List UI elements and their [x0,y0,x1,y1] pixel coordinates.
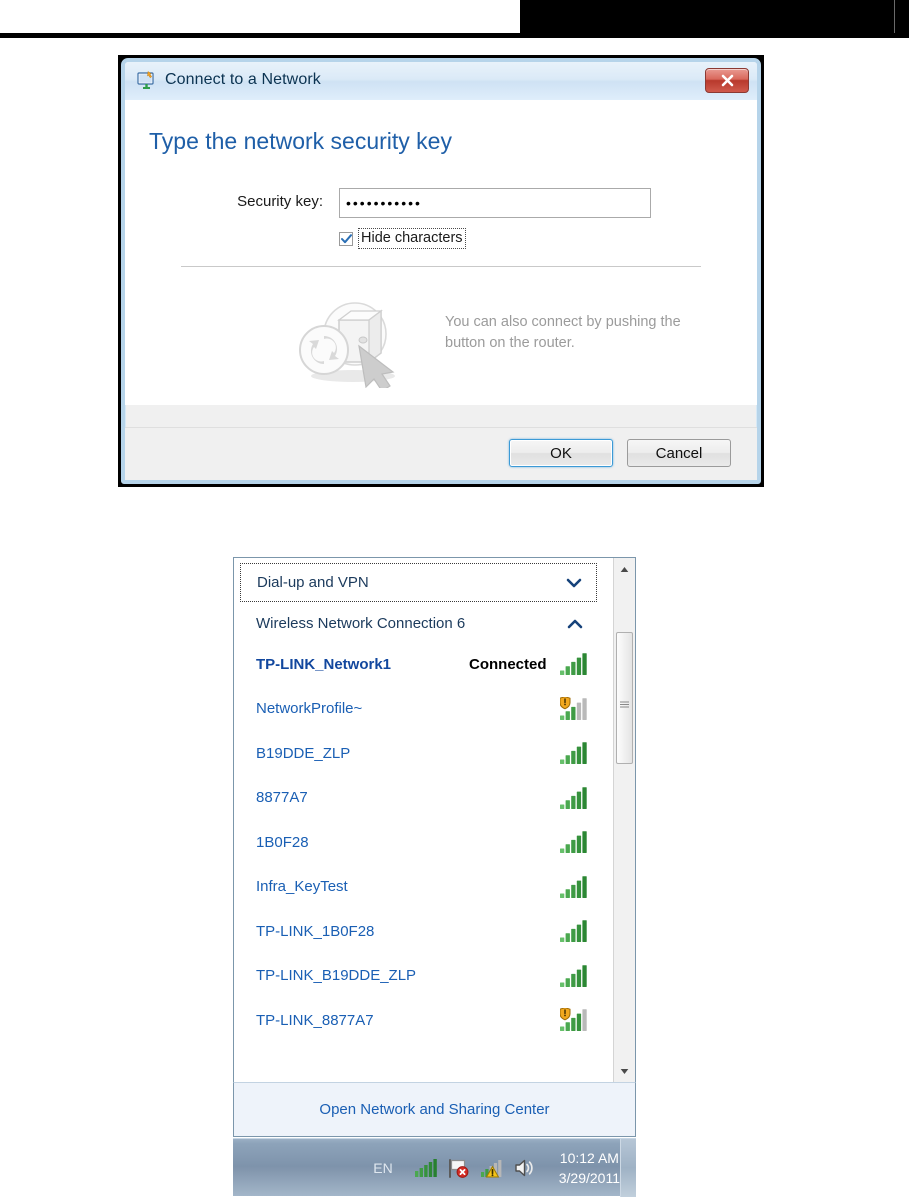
network-name: TP-LINK_1B0F28 [256,922,375,940]
network-error-icon[interactable] [448,1158,470,1178]
signal-bars-icon [560,786,590,810]
wireless-network-list: TP-LINK_Network1 Connected NetworkProfile~… [241,642,598,1043]
dialog-title: Connect to a Network [165,71,321,88]
dialup-and-vpn-label: Dial-up and VPN [257,574,369,591]
chevron-down-icon[interactable] [566,576,582,594]
close-icon[interactable] [705,68,749,93]
status-badge: Connected [469,655,547,673]
network-flyout-footer: Open Network and Sharing Center [233,1082,636,1137]
signal-bars-icon [560,919,590,943]
list-item[interactable]: TP-LINK_8877A7 [241,998,598,1043]
dialog-titlebar: Connect to a Network [125,62,757,101]
clock-date: 3/29/2011 [558,1170,620,1186]
scroll-down-arrow-icon[interactable] [614,1060,635,1082]
signal-bars-icon [560,652,590,676]
list-item[interactable]: TP-LINK_B19DDE_ZLP [241,954,598,999]
network-name: NetworkProfile~ [256,700,363,718]
system-tray: EN 10:12 AM 3/29/2011 [233,1139,620,1197]
signal-bars-icon [560,964,590,988]
page-top-black-block [520,0,909,33]
taskbar: EN 10:12 AM 3/29/2011 [233,1138,636,1197]
page-top-right-tick [894,0,895,33]
network-flyout-panel: Dial-up and VPN Wireless Network Connect… [233,557,636,1083]
show-desktop-button[interactable] [620,1139,636,1197]
page-title: Type the network security key [149,128,452,154]
list-item[interactable]: Infra_KeyTest [241,865,598,910]
security-key-row: Security key: ••••••••••• [149,188,733,218]
chevron-up-icon[interactable] [567,617,583,635]
wps-hint-text: You can also connect by pushing the butt… [445,312,681,354]
wps-hint-line-1: You can also connect by pushing the [445,314,681,330]
network-name: 1B0F28 [256,833,309,851]
network-name: B19DDE_ZLP [256,744,351,762]
signal-bars-unsecured-icon [559,1007,590,1032]
list-item[interactable]: TP-LINK_1B0F28 [241,909,598,954]
network-flyout: Dial-up and VPN Wireless Network Connect… [233,557,636,1137]
connect-to-network-dialog-frame: Connect to a Network Type the network se… [118,55,764,487]
network-connect-icon [136,70,158,92]
ok-button[interactable]: OK [509,439,613,467]
signal-bars-unsecured-icon [559,695,590,721]
signal-bars-icon [560,741,590,765]
network-name: TP-LINK_Network1 [256,655,392,673]
list-item[interactable]: 8877A7 [241,776,598,821]
security-key-label: Security key: [237,193,323,210]
wireless-network-connection-label: Wireless Network Connection 6 [256,614,466,632]
list-item[interactable]: B19DDE_ZLP [241,731,598,776]
list-item[interactable]: TP-LINK_Network1 Connected [241,642,598,687]
dialup-and-vpn-group[interactable]: Dial-up and VPN [240,563,597,602]
network-warning-icon[interactable] [480,1159,503,1178]
scrollbar-thumb[interactable] [616,632,633,764]
signal-bars-icon [560,875,590,899]
page-top-rule [0,33,909,38]
hide-characters-label-focus-ring: Hide characters [358,228,466,249]
wireless-network-connection-group[interactable]: Wireless Network Connection 6 [241,606,597,640]
hide-characters-checkbox[interactable] [339,231,353,246]
wps-hint-block: You can also connect by pushing the butt… [149,296,733,392]
list-item[interactable]: 1B0F28 [241,820,598,865]
clock-time: 10:12 AM [559,1149,619,1166]
open-network-and-sharing-center-link[interactable]: Open Network and Sharing Center [319,1101,549,1118]
wps-router-push-button-icon [293,296,423,392]
network-name: TP-LINK_B19DDE_ZLP [256,967,417,985]
language-indicator[interactable]: EN [373,1160,392,1176]
dialog-body: Type the network security key Security k… [125,100,757,405]
signal-bars-icon [560,830,590,854]
wireless-signal-icon[interactable] [414,1159,437,1177]
network-name: Infra_KeyTest [256,878,348,896]
security-key-input[interactable]: ••••••••••• [339,188,651,218]
dialog-separator [181,266,701,267]
clock[interactable]: 10:12 AM 3/29/2011 [559,1148,620,1189]
connect-to-network-dialog: Connect to a Network Type the network se… [121,58,761,484]
volume-icon[interactable] [514,1159,536,1177]
dialog-footer: OK Cancel [125,427,757,480]
scroll-up-arrow-icon[interactable] [614,558,635,580]
network-name: TP-LINK_8877A7 [256,1011,374,1029]
cancel-button[interactable]: Cancel [627,439,731,467]
hide-characters-label[interactable]: Hide characters [361,230,463,246]
list-item[interactable]: NetworkProfile~ [241,687,598,732]
wps-hint-line-2: button on the router. [445,335,575,352]
network-name: 8877A7 [256,789,308,807]
scrollbar-grip-icon [620,695,629,707]
network-list-scrollbar[interactable] [613,558,635,1082]
hide-characters-row: Hide characters [339,228,466,249]
